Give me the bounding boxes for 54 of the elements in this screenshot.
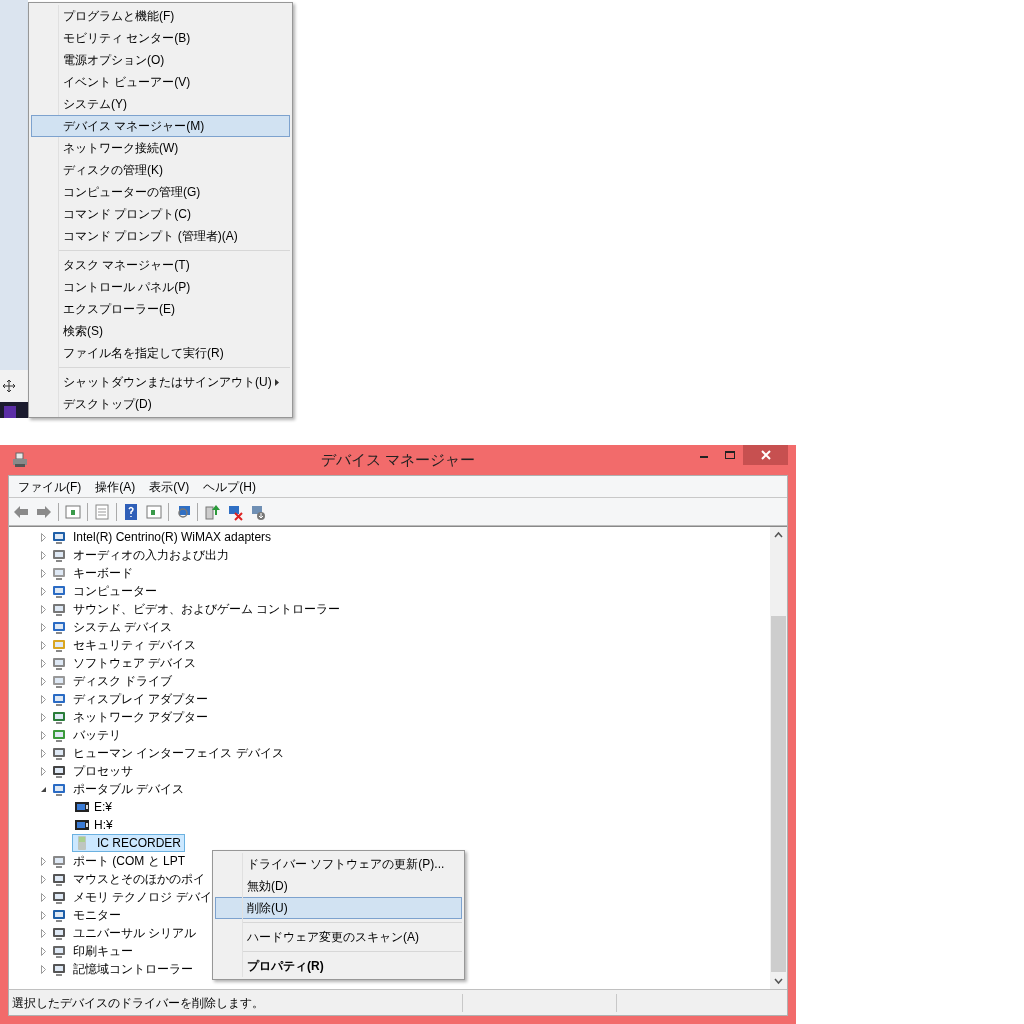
menu-item[interactable]: ハードウェア変更のスキャン(A) xyxy=(215,926,462,948)
menu-item[interactable]: プログラムと機能(F) xyxy=(31,5,290,27)
tree-item[interactable]: ネットワーク アダプター xyxy=(70,707,212,727)
menu-item[interactable]: ディスクの管理(K) xyxy=(31,159,290,181)
tree-item[interactable]: ユニバーサル シリアル xyxy=(70,923,200,943)
tree-item[interactable]: マウスとそのほかのポイ xyxy=(70,869,208,889)
tree-item[interactable]: セキュリティ デバイス xyxy=(70,635,200,655)
menu-item[interactable]: シャットダウンまたはサインアウト(U) xyxy=(31,371,290,393)
tree-item[interactable]: H:¥ xyxy=(72,816,117,834)
tree-item[interactable]: ヒューマン インターフェイス デバイス xyxy=(70,743,287,763)
menu-item[interactable]: コンピューターの管理(G) xyxy=(31,181,290,203)
menu-item[interactable]: モビリティ センター(B) xyxy=(31,27,290,49)
tree-item[interactable]: ポート (COM と LPT xyxy=(70,851,188,871)
menu-bar-item[interactable]: ファイル(F) xyxy=(12,477,88,496)
menu-item[interactable]: コマンド プロンプト (管理者)(A) xyxy=(31,225,290,247)
tree-item[interactable]: バッテリ xyxy=(70,725,124,745)
menu-item[interactable]: 検索(S) xyxy=(31,320,290,342)
menu-bar-item[interactable]: ヘルプ(H) xyxy=(197,477,262,496)
tree-item[interactable]: IC RECORDER xyxy=(72,834,185,852)
tree-item[interactable]: キーボード xyxy=(70,563,136,583)
menu-item[interactable]: ネットワーク接続(W) xyxy=(31,137,290,159)
menu-bar-item[interactable]: 操作(A) xyxy=(89,477,142,496)
menu-item[interactable]: 電源オプション(O) xyxy=(31,49,290,71)
tree-item[interactable]: モニター xyxy=(70,905,124,925)
tree-item[interactable]: 記憶域コントローラー xyxy=(70,959,196,979)
tree-item[interactable]: プロセッサ xyxy=(70,761,136,781)
menu-item[interactable]: デスクトップ(D) xyxy=(31,393,290,415)
menu-item[interactable]: コントロール パネル(P) xyxy=(31,276,290,298)
menu-item[interactable]: 削除(U) xyxy=(215,897,462,919)
menu-bar-item[interactable]: 表示(V) xyxy=(143,477,196,496)
tree-item[interactable]: オーディオの入力および出力 xyxy=(70,545,232,565)
menu-item[interactable]: エクスプローラー(E) xyxy=(31,298,290,320)
menu-item[interactable]: プロパティ(R) xyxy=(215,955,462,977)
window-title: デバイス マネージャー xyxy=(319,449,477,470)
menu-item[interactable]: ファイル名を指定して実行(R) xyxy=(31,342,290,364)
tree-item[interactable]: システム デバイス xyxy=(70,617,176,637)
tree-item[interactable]: メモリ テクノロジ デバイ xyxy=(70,887,215,907)
tree-item[interactable]: サウンド、ビデオ、およびゲーム コントローラー xyxy=(70,599,344,619)
tree-item[interactable]: Intel(R) Centrino(R) WiMAX adapters xyxy=(70,527,275,547)
status-text: 選択したデバイスのドライバーを削除します。 xyxy=(11,994,265,1012)
tree-item[interactable]: 印刷キュー xyxy=(70,941,136,961)
tree-item[interactable]: コンピューター xyxy=(70,581,160,601)
menu-item[interactable]: 無効(D) xyxy=(215,875,462,897)
menu-item[interactable]: イベント ビューアー(V) xyxy=(31,71,290,93)
menu-item[interactable]: コマンド プロンプト(C) xyxy=(31,203,290,225)
tree-item[interactable]: ポータブル デバイス xyxy=(70,779,188,799)
menu-item[interactable]: タスク マネージャー(T) xyxy=(31,254,290,276)
tree-item[interactable]: ソフトウェア デバイス xyxy=(70,653,200,673)
tree-item[interactable]: ディスプレイ アダプター xyxy=(70,689,212,709)
menu-item[interactable]: システム(Y) xyxy=(31,93,290,115)
tree-item[interactable]: ディスク ドライブ xyxy=(70,671,176,691)
menu-item[interactable]: デバイス マネージャー(M) xyxy=(31,115,290,137)
tree-item[interactable]: E:¥ xyxy=(72,798,116,816)
menu-item[interactable]: ドライバー ソフトウェアの更新(P)... xyxy=(215,853,462,875)
